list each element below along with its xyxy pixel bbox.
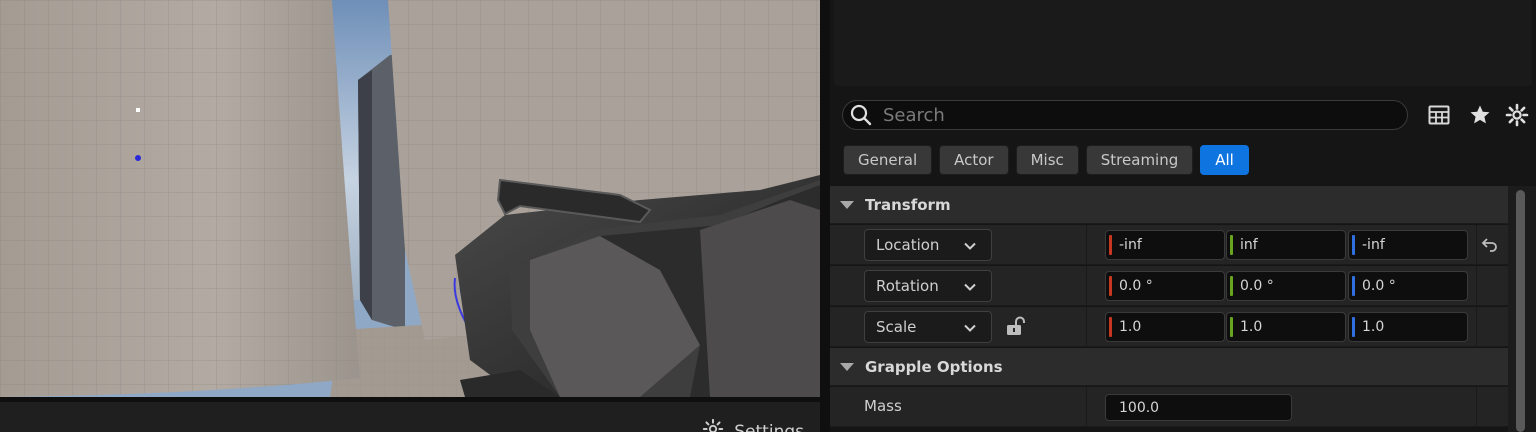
- panel-splitter[interactable]: [820, 0, 830, 432]
- reset-to-default-icon[interactable]: [1480, 235, 1500, 259]
- rotation-x-field[interactable]: 0.0 °: [1105, 271, 1225, 301]
- rotation-label: Rotation: [876, 277, 939, 295]
- scale-label: Scale: [876, 318, 917, 336]
- z-axis-marker: [1352, 276, 1355, 296]
- rotation-z-value: 0.0 °: [1362, 278, 1396, 294]
- filter-tab-actor[interactable]: Actor: [939, 145, 1009, 175]
- rotation-z-field[interactable]: 0.0 °: [1348, 271, 1468, 301]
- scale-mode-dropdown[interactable]: Scale: [864, 311, 992, 343]
- details-header-area: [834, 0, 1532, 86]
- scale-z-value: 1.0: [1362, 319, 1385, 335]
- location-z-field[interactable]: -inf: [1348, 230, 1468, 260]
- details-panel: General Actor Misc Streaming All Transfo…: [830, 0, 1536, 432]
- rotation-x-value: 0.0 °: [1119, 278, 1153, 294]
- scale-x-value: 1.0: [1119, 319, 1142, 335]
- rotation-y-value: 0.0 °: [1240, 278, 1274, 294]
- scale-y-field[interactable]: 1.0: [1226, 312, 1346, 342]
- mass-value: 100.0: [1119, 399, 1160, 416]
- gear-icon[interactable]: [1504, 102, 1530, 128]
- search-icon: [849, 103, 873, 127]
- expand-triangle-icon: [840, 362, 854, 371]
- z-axis-marker: [1352, 317, 1355, 337]
- scale-z-field[interactable]: 1.0: [1348, 312, 1468, 342]
- column-divider: [1086, 225, 1087, 265]
- chevron-down-icon: [964, 242, 976, 250]
- filter-tab-general[interactable]: General: [843, 145, 933, 175]
- settings-label: Settings: [734, 421, 804, 432]
- gear-icon: [702, 418, 724, 432]
- location-z-value: -inf: [1362, 237, 1385, 253]
- z-axis-marker: [1352, 235, 1355, 255]
- x-axis-marker: [1109, 235, 1112, 255]
- category-title: Transform: [865, 195, 951, 214]
- location-mode-dropdown[interactable]: Location: [864, 229, 992, 261]
- location-label: Location: [876, 236, 940, 254]
- property-row-rotation: Rotation 0.0 ° 0.0 ° 0.0 °: [830, 266, 1508, 306]
- filter-tab-misc[interactable]: Misc: [1015, 145, 1079, 175]
- chevron-down-icon: [964, 324, 976, 332]
- level-viewport[interactable]: [0, 0, 820, 397]
- y-axis-marker: [1230, 235, 1233, 255]
- search-input[interactable]: [883, 104, 1407, 126]
- viewport-scene: [0, 0, 820, 397]
- location-y-field[interactable]: inf: [1226, 230, 1346, 260]
- property-grid: Transform Location -inf inf -inf Rotatio…: [830, 186, 1508, 432]
- scale-x-field[interactable]: 1.0: [1105, 312, 1225, 342]
- mass-field[interactable]: 100.0: [1105, 394, 1292, 421]
- x-axis-marker: [1109, 276, 1112, 296]
- filter-tabs: General Actor Misc Streaming All: [843, 145, 1249, 175]
- column-divider: [1086, 307, 1087, 347]
- details-search-box[interactable]: [842, 100, 1408, 130]
- column-divider: [1476, 225, 1477, 265]
- scale-y-value: 1.0: [1240, 319, 1263, 335]
- rotation-mode-dropdown[interactable]: Rotation: [864, 270, 992, 302]
- column-divider: [1476, 266, 1477, 306]
- category-grapple-options[interactable]: Grapple Options: [830, 348, 1508, 386]
- location-y-value: inf: [1240, 237, 1258, 253]
- viewport-settings-button[interactable]: Settings: [702, 418, 804, 432]
- property-row-scale: Scale 1.0 1.0 1.0: [830, 307, 1508, 347]
- expand-triangle-icon: [840, 200, 854, 209]
- star-icon[interactable]: [1467, 102, 1493, 128]
- category-title: Grapple Options: [865, 357, 1003, 376]
- category-transform[interactable]: Transform: [830, 186, 1508, 224]
- unlock-icon[interactable]: [1004, 315, 1026, 341]
- mass-label: Mass: [864, 397, 902, 415]
- rotation-y-field[interactable]: 0.0 °: [1226, 271, 1346, 301]
- filter-tab-all[interactable]: All: [1200, 145, 1249, 175]
- location-x-field[interactable]: -inf: [1105, 230, 1225, 260]
- scrollbar-thumb[interactable]: [1516, 190, 1525, 432]
- y-axis-marker: [1230, 276, 1233, 296]
- filter-tab-streaming[interactable]: Streaming: [1085, 145, 1194, 175]
- table-icon[interactable]: [1426, 102, 1452, 128]
- chevron-down-icon: [964, 283, 976, 291]
- column-divider: [1086, 266, 1087, 306]
- x-axis-marker: [1109, 317, 1112, 337]
- viewport-bottom-bar: Settings: [0, 397, 820, 432]
- property-row-location: Location -inf inf -inf: [830, 225, 1508, 265]
- column-divider: [1476, 307, 1477, 347]
- column-divider: [1086, 387, 1087, 427]
- y-axis-marker: [1230, 317, 1233, 337]
- column-divider: [1476, 387, 1477, 427]
- location-x-value: -inf: [1119, 237, 1142, 253]
- property-row-mass: Mass 100.0: [830, 387, 1508, 427]
